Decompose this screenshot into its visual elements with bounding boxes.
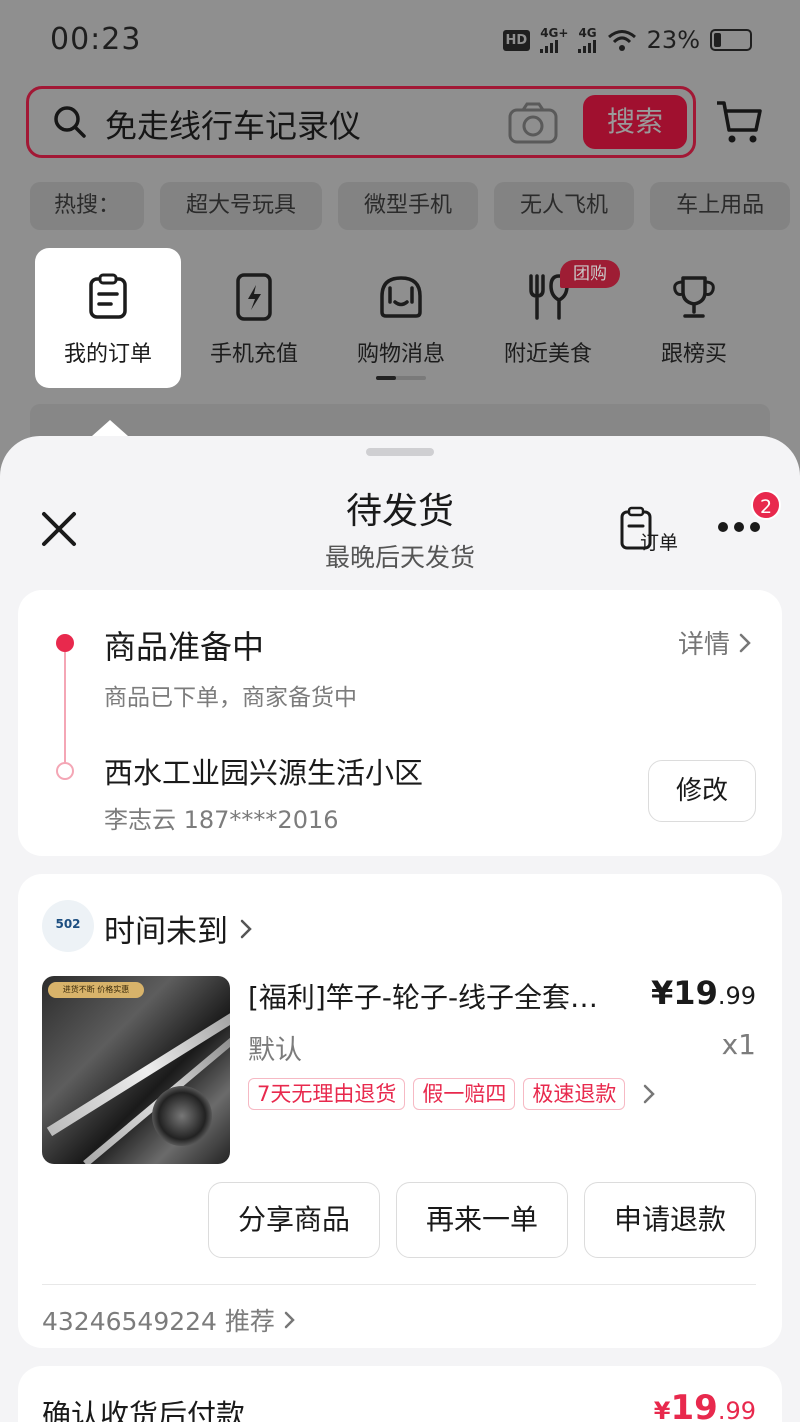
timeline-dot-active [56, 634, 74, 652]
quick-item-label: 跟榜买 [660, 342, 727, 367]
price-decimal: .99 [717, 982, 756, 1010]
status-time: 00:23 [50, 22, 142, 57]
product-image[interactable]: 进货不断 价格实惠 [42, 976, 230, 1164]
currency-symbol: ¥ [653, 1397, 671, 1422]
modify-address-button[interactable]: 修改 [648, 760, 756, 822]
product-price: ¥19.99 [651, 974, 756, 1012]
product-image-banner: 进货不断 价格实惠 [48, 982, 144, 998]
amount-decimal: .99 [717, 1397, 756, 1422]
shop-logo[interactable]: 502 [42, 900, 94, 952]
order-number: 43246549224 推荐 [42, 1307, 275, 1336]
quick-item-phone-recharge[interactable]: 手机充值 [181, 248, 327, 388]
price-integer: ¥19 [651, 974, 718, 1012]
quick-item-my-orders[interactable]: 我的订单 [35, 248, 181, 388]
quick-item-shopping-messages[interactable]: 购物消息 [328, 248, 474, 388]
status-title: 商品准备中 [104, 628, 265, 666]
hd-voice-icon: HD [502, 29, 531, 51]
status-description: 商品已下单，商家备货中 [104, 685, 357, 711]
wifi-icon [607, 30, 636, 51]
network-type-label: 4G [578, 26, 597, 40]
phone-recharge-icon [236, 273, 272, 321]
recipient-contact: 李志云 187****2016 [104, 806, 339, 834]
sheet-title: 待发货 [345, 491, 454, 532]
search-input[interactable]: 免走线行车记录仪 [105, 101, 361, 147]
hot-search-label: 热搜： [30, 182, 145, 230]
search-bar[interactable]: 免走线行车记录仪 搜索 [26, 86, 696, 158]
order-list-icon [89, 273, 127, 319]
chevron-right-icon [240, 919, 252, 938]
notification-badge: 2 [751, 490, 781, 520]
sheet-subtitle: 最晚后天发货 [324, 543, 475, 572]
goods-card: 502 时间未到 进货不断 价格实惠 [福利]竿子-轮子-线子全套… ¥19.9… [18, 874, 782, 1348]
order-number-link[interactable]: 43246549224 推荐 [42, 1302, 297, 1338]
service-tag: 7天无理由退货 [248, 1078, 406, 1110]
status-indicators: HD 4G+ 4G 23% [502, 26, 752, 54]
divider [42, 1284, 756, 1285]
product-quantity: x1 [721, 1028, 756, 1061]
quick-item-label: 我的订单 [63, 342, 152, 367]
share-product-button[interactable]: 分享商品 [208, 1182, 380, 1258]
order-button-label: 订单 [640, 532, 679, 554]
product-title[interactable]: [福利]竿子-轮子-线子全套… [248, 976, 638, 1016]
chevron-right-icon [644, 1084, 656, 1104]
signal-4g-plus-icon: 4G+ [540, 27, 568, 53]
page-indicator [376, 376, 426, 380]
shop-name: 时间未到 [104, 914, 228, 950]
detail-link-label: 详情 [677, 630, 730, 660]
buy-again-button[interactable]: 再来一单 [396, 1182, 568, 1258]
tooltip-arrow [92, 420, 128, 436]
network-type-label: 4G+ [540, 26, 569, 40]
search-icon [54, 106, 86, 138]
quick-item-label: 购物消息 [356, 342, 445, 367]
service-tag: 假一赔四 [413, 1078, 516, 1110]
quick-item-label: 手机充值 [209, 342, 298, 367]
quick-menu: 我的订单 手机充值 购物消息 附近美食 跟榜买 [0, 248, 800, 388]
request-refund-button[interactable]: 申请退款 [584, 1182, 756, 1258]
service-tags[interactable]: 7天无理由退货 假一赔四 极速退款 [248, 1078, 659, 1110]
sheet-drag-handle[interactable] [366, 448, 434, 456]
chevron-right-icon [739, 633, 751, 652]
amount-integer: 19 [670, 1388, 718, 1422]
camera-icon[interactable] [507, 101, 559, 145]
hot-search-chip[interactable]: 超大号玩具 [160, 182, 323, 230]
cart-icon[interactable] [714, 98, 764, 146]
order-status-card: 商品准备中 商品已下单，商家备货中 详情 西水工业园兴源生活小区 李志云 187… [18, 590, 782, 856]
quick-item-follow-ranking[interactable]: 跟榜买 [621, 248, 767, 388]
shopping-message-icon [380, 276, 422, 318]
signal-4g-icon: 4G [578, 26, 597, 53]
quick-item-label: 附近美食 [503, 342, 592, 367]
hot-search-row: 热搜： 超大号玩具 微型手机 无人飞机 车上用品 [30, 182, 800, 230]
product-spec: 默认 [248, 1035, 302, 1066]
shop-name-link[interactable]: 时间未到 [104, 906, 254, 951]
payment-label: 确认收货后付款 [42, 1398, 246, 1422]
status-bar: 00:23 HD 4G+ 4G 23% [0, 0, 800, 80]
order-detail-sheet: 待发货 最晚后天发货 订单 2 商品准备中 商品已下单，商家备货中 详情 西水工… [0, 436, 800, 1422]
trophy-icon [673, 276, 715, 318]
more-options-button[interactable] [716, 516, 762, 536]
payment-amount: ¥19.99 [654, 1388, 756, 1422]
delivery-address: 西水工业园兴源生活小区 [104, 756, 424, 790]
service-tag: 极速退款 [523, 1078, 626, 1110]
goods-actions: 分享商品 再来一单 申请退款 [208, 1182, 756, 1258]
battery-percent: 23% [646, 26, 700, 54]
payment-card: 确认收货后付款 ¥19.99 [18, 1366, 782, 1422]
battery-icon [710, 29, 752, 51]
order-button[interactable]: 订单 [618, 506, 680, 556]
timeline-dot [56, 762, 74, 780]
timeline-line [64, 652, 66, 768]
hot-search-chip[interactable]: 微型手机 [338, 182, 479, 230]
hot-search-chip[interactable]: 无人飞机 [494, 182, 635, 230]
detail-link[interactable]: 详情 [678, 624, 752, 661]
hot-search-chip[interactable]: 车上用品 [650, 182, 791, 230]
chevron-right-icon [284, 1311, 295, 1329]
group-buy-badge: 团购 [560, 260, 620, 288]
background-page: 00:23 HD 4G+ 4G 23% 免走线行车记录仪 搜索 热搜： 超大号玩… [0, 0, 800, 460]
shop-logo-text: 502 [55, 917, 81, 931]
search-button[interactable]: 搜索 [583, 95, 687, 149]
